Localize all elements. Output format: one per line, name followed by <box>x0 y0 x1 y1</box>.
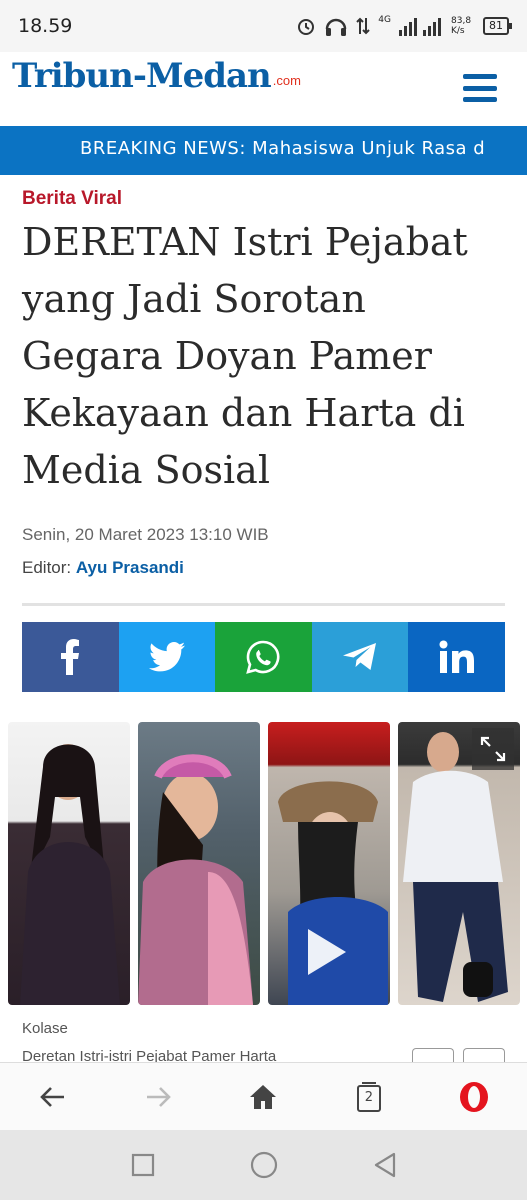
caption-next-button[interactable] <box>463 1048 505 1063</box>
browser-home-button[interactable] <box>233 1072 293 1122</box>
twitter-icon <box>148 642 185 672</box>
collage-photo-3 <box>268 722 390 1005</box>
back-arrow-icon <box>39 1087 64 1107</box>
article-editor: Editor: Ayu Prasandi <box>22 558 184 578</box>
tab-count: 2 <box>364 1090 373 1105</box>
editor-name[interactable]: Ayu Prasandi <box>76 558 184 577</box>
breaking-news-text[interactable]: BREAKING NEWS: Mahasiswa Unjuk Rasa d <box>80 138 485 159</box>
system-navigation-bar <box>0 1130 527 1200</box>
photo-caption-label: Kolase <box>22 1020 68 1037</box>
linkedin-icon <box>439 640 474 673</box>
share-whatsapp-button[interactable] <box>215 622 312 692</box>
signal-icon <box>399 18 441 36</box>
article-category[interactable]: Berita Viral <box>22 188 122 210</box>
status-bar: 18.59 4G 83,8 K/s 81 <box>0 0 527 52</box>
article-photo-collage[interactable] <box>0 722 527 1007</box>
browser-tabs-button[interactable]: 2 <box>339 1072 399 1122</box>
hamburger-menu-icon[interactable] <box>463 74 497 102</box>
share-twitter-button[interactable] <box>118 622 216 692</box>
opera-icon <box>460 1082 489 1112</box>
collage-photo-2 <box>138 722 260 1005</box>
collage-photo-4 <box>398 722 520 1005</box>
forward-arrow-icon <box>147 1087 171 1107</box>
breaking-news-bar[interactable]: BREAKING NEWS: Mahasiswa Unjuk Rasa d <box>0 126 527 175</box>
recents-icon[interactable] <box>131 1153 155 1177</box>
play-icon[interactable] <box>306 927 348 977</box>
home-icon <box>250 1085 277 1109</box>
browser-opera-menu-button[interactable] <box>444 1072 504 1122</box>
headphones-icon <box>326 18 347 36</box>
network-type: 4G <box>378 15 391 25</box>
network-speed: 83,8 K/s <box>451 16 472 36</box>
site-logo[interactable]: Tribun-Medan .com <box>12 56 301 96</box>
battery-icon: 81 <box>483 17 512 35</box>
share-linkedin-button[interactable] <box>408 622 505 692</box>
status-icons: 4G 83,8 K/s 81 <box>296 15 512 37</box>
share-bar <box>22 622 505 692</box>
divider <box>22 603 505 606</box>
caption-prev-button[interactable] <box>412 1048 454 1063</box>
collage-photo-1 <box>8 722 130 1005</box>
browser-toolbar: 2 <box>0 1062 527 1131</box>
browser-back-button[interactable] <box>23 1072 83 1122</box>
editor-label: Editor: <box>22 558 72 577</box>
browser-forward-button[interactable] <box>128 1072 188 1122</box>
site-header: Tribun-Medan .com <box>0 52 527 126</box>
status-time: 18.59 <box>18 15 73 37</box>
logo-text: Tribun-Medan <box>12 56 272 96</box>
home-circle-icon[interactable] <box>250 1151 278 1179</box>
share-telegram-button[interactable] <box>311 622 409 692</box>
telegram-icon <box>343 643 377 670</box>
expand-button[interactable] <box>472 728 514 770</box>
data-transfer-icon <box>356 17 371 35</box>
alarm-icon <box>298 19 315 35</box>
logo-suffix: .com <box>272 73 301 88</box>
share-facebook-button[interactable] <box>22 622 119 692</box>
back-triangle-icon[interactable] <box>373 1152 397 1178</box>
facebook-icon <box>61 639 80 675</box>
article-title: DERETAN Istri Pejabat yang Jadi Sorotan … <box>22 220 468 492</box>
expand-icon <box>480 736 506 762</box>
whatsapp-icon <box>246 640 280 674</box>
article-date: Senin, 20 Maret 2023 13:10 WIB <box>22 525 269 544</box>
